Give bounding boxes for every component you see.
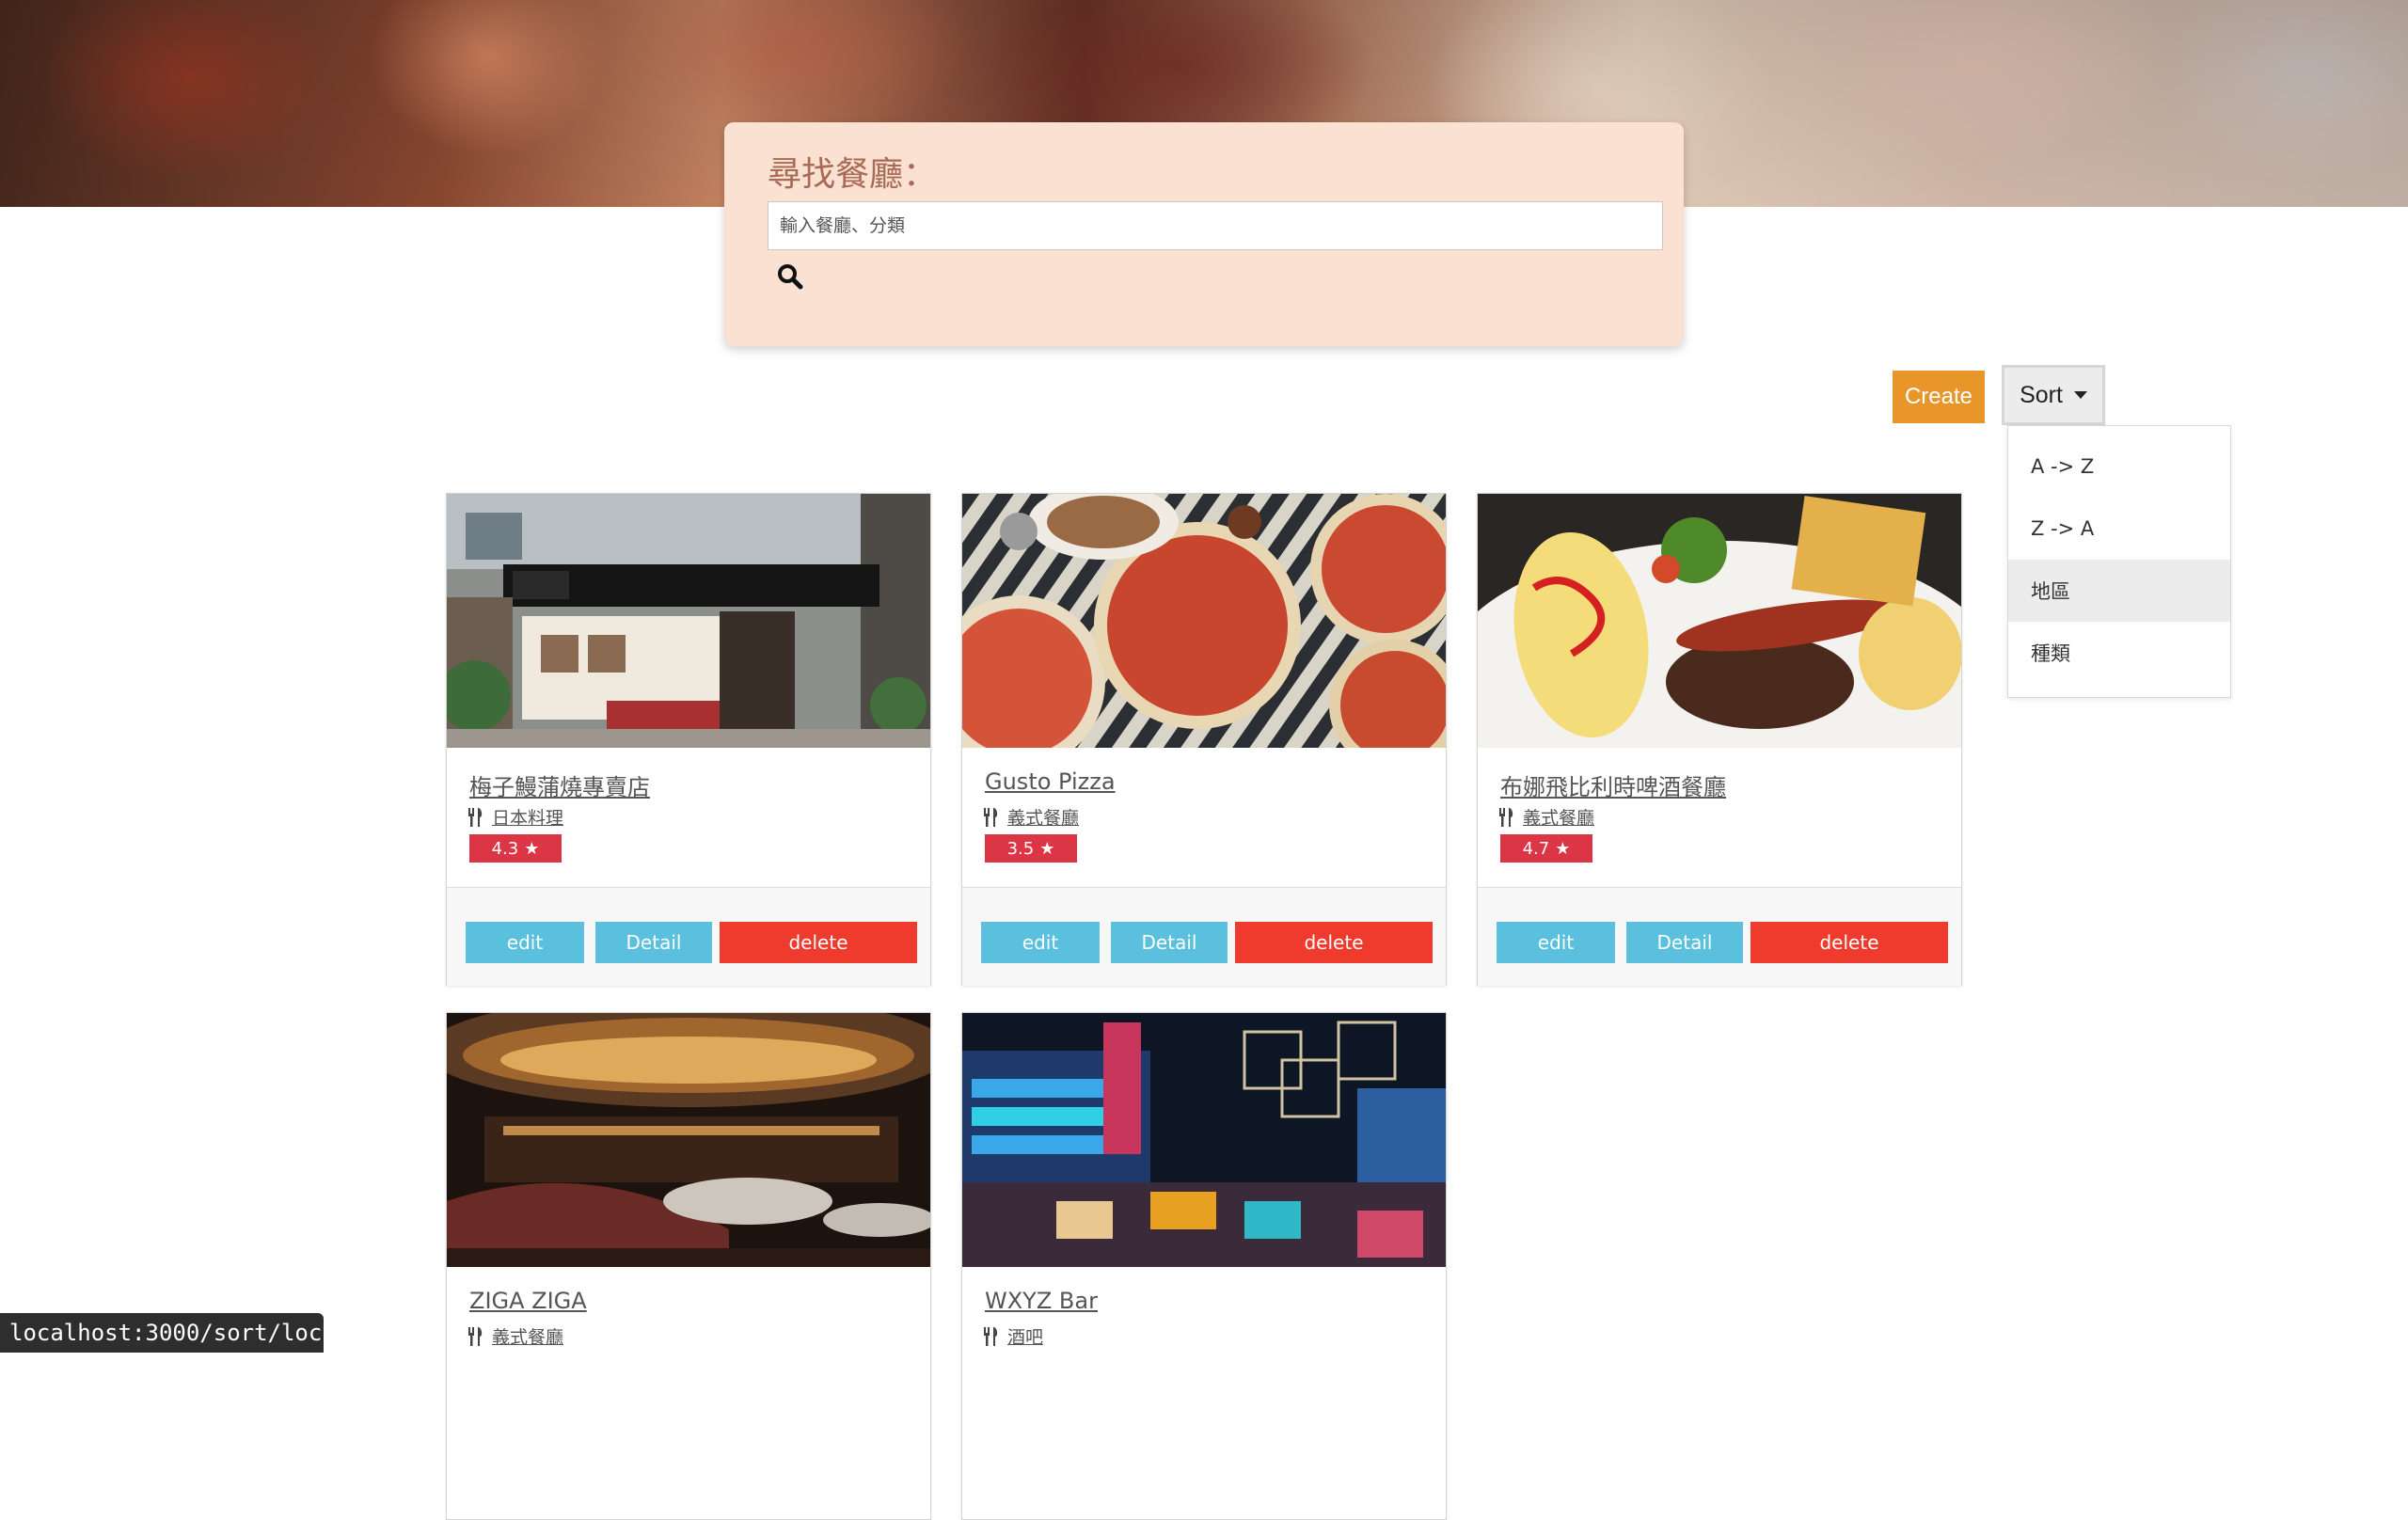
rating-badge: 4.3 ★ bbox=[469, 834, 562, 863]
restaurant-category: 義式餐廳 bbox=[467, 1323, 563, 1349]
utensils-icon bbox=[468, 807, 483, 827]
utensils-icon bbox=[1499, 807, 1513, 827]
edit-button[interactable]: edit bbox=[466, 922, 584, 963]
rating-value: 4.3 bbox=[491, 838, 519, 859]
delete-button[interactable]: delete bbox=[1751, 922, 1948, 963]
sort-option-category[interactable]: 種類 bbox=[2008, 622, 2230, 684]
sort-option-z-a[interactable]: Z -> A bbox=[2008, 498, 2230, 560]
restaurant-category: 義式餐廳 bbox=[983, 804, 1079, 830]
restaurant-category: 日本料理 bbox=[467, 804, 563, 830]
restaurant-image[interactable] bbox=[962, 1013, 1446, 1267]
search-button[interactable] bbox=[775, 261, 805, 292]
restaurant-name[interactable]: WXYZ Bar bbox=[985, 1288, 1098, 1314]
restaurant-image[interactable] bbox=[962, 494, 1446, 748]
sort-label: Sort bbox=[2020, 381, 2063, 408]
restaurant-category: 義式餐廳 bbox=[1498, 804, 1594, 830]
sort-option-a-z[interactable]: A -> Z bbox=[2008, 435, 2230, 498]
utensils-icon bbox=[468, 1326, 483, 1346]
rating-badge: 3.5 ★ bbox=[985, 834, 1077, 863]
detail-button[interactable]: Detail bbox=[1626, 922, 1743, 963]
star-icon: ★ bbox=[1039, 838, 1055, 859]
category-link[interactable]: 義式餐廳 bbox=[492, 1323, 563, 1349]
card-footer: edit Detail delete bbox=[1478, 887, 1961, 986]
utensils-icon bbox=[984, 807, 998, 827]
restaurant-image[interactable] bbox=[1478, 494, 1961, 748]
restaurant-name[interactable]: 布娜飛比利時啤酒餐廳 bbox=[1500, 768, 1726, 801]
status-bar-url: localhost:3000/sort/location bbox=[0, 1313, 390, 1353]
category-link[interactable]: 義式餐廳 bbox=[1007, 804, 1079, 830]
delete-button[interactable]: delete bbox=[720, 922, 917, 963]
restaurant-card: WXYZ Bar 酒吧 bbox=[961, 1012, 1447, 1520]
rating-badge: 4.7 ★ bbox=[1500, 834, 1592, 863]
search-input[interactable] bbox=[768, 201, 1663, 250]
rating-value: 3.5 bbox=[1006, 838, 1035, 859]
restaurant-card: 布娜飛比利時啤酒餐廳 義式餐廳 4.7 ★ edit Detail delete bbox=[1477, 493, 1962, 986]
sort-button[interactable]: Sort bbox=[2002, 365, 2105, 425]
star-icon: ★ bbox=[524, 838, 540, 859]
create-button[interactable]: Create bbox=[1893, 371, 1985, 423]
restaurant-card: 梅子鰻蒲燒專賣店 日本料理 4.3 ★ edit Detail delete bbox=[446, 493, 931, 986]
utensils-icon bbox=[984, 1326, 998, 1346]
detail-button[interactable]: Detail bbox=[595, 922, 712, 963]
restaurant-name[interactable]: 梅子鰻蒲燒專賣店 bbox=[469, 768, 650, 801]
restaurant-image[interactable] bbox=[447, 1013, 930, 1267]
restaurant-card: Gusto Pizza 義式餐廳 3.5 ★ edit Detail delet… bbox=[961, 493, 1447, 986]
search-panel: 尋找餐廳： bbox=[724, 122, 1684, 346]
restaurant-image[interactable] bbox=[447, 494, 930, 748]
caret-down-icon bbox=[2073, 391, 2087, 399]
rating-value: 4.7 bbox=[1522, 838, 1550, 859]
restaurant-name[interactable]: Gusto Pizza bbox=[985, 768, 1116, 795]
sort-option-location[interactable]: 地區 bbox=[2008, 560, 2230, 622]
search-title: 尋找餐廳： bbox=[768, 155, 938, 194]
sort-dropdown-menu: A -> Z Z -> A 地區 種類 bbox=[2007, 425, 2231, 698]
restaurant-card: ZIGA ZIGA 義式餐廳 bbox=[446, 1012, 931, 1520]
detail-button[interactable]: Detail bbox=[1111, 922, 1228, 963]
card-footer: edit Detail delete bbox=[962, 887, 1446, 986]
category-link[interactable]: 酒吧 bbox=[1007, 1323, 1043, 1349]
card-footer: edit Detail delete bbox=[447, 887, 930, 986]
delete-button[interactable]: delete bbox=[1235, 922, 1433, 963]
edit-button[interactable]: edit bbox=[981, 922, 1100, 963]
category-link[interactable]: 義式餐廳 bbox=[1523, 804, 1594, 830]
category-link[interactable]: 日本料理 bbox=[492, 804, 563, 830]
restaurant-category: 酒吧 bbox=[983, 1323, 1043, 1349]
star-icon: ★ bbox=[1555, 838, 1571, 859]
search-icon bbox=[778, 264, 803, 290]
edit-button[interactable]: edit bbox=[1497, 922, 1615, 963]
restaurant-name[interactable]: ZIGA ZIGA bbox=[469, 1288, 587, 1314]
